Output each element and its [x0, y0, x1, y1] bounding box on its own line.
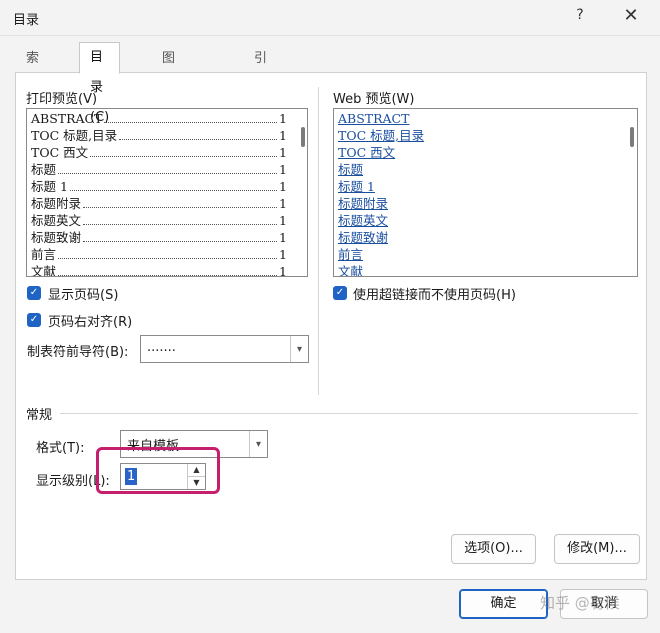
chevron-down-icon: ▾	[290, 336, 308, 362]
toc-panel: 打印预览(V) ABSTRACT 1 TOC 标题,目录 1 TOC 西文 1 标题 1…	[15, 72, 647, 580]
tab-figure-toc[interactable]: 图表目录(F)	[151, 44, 191, 178]
tab-index[interactable]: 索引(X)	[15, 44, 56, 122]
tab-leader-label: 制表符前导符(B):	[27, 345, 129, 360]
list-item: TOC 标题,目录 1	[31, 128, 287, 143]
web-preview-list[interactable]: ABSTRACT TOC 标题,目录 TOC 西文 标题 标题 1 标题附录 标…	[333, 108, 638, 277]
right-align-label: 页码右对齐(R)	[48, 315, 133, 330]
window-title: 目录	[13, 13, 40, 28]
general-heading: 常规	[26, 408, 53, 423]
web-preview-scrollbar[interactable]	[628, 111, 636, 274]
list-item[interactable]: ABSTRACT	[338, 110, 409, 127]
tab-authorities[interactable]: 引文目录(A)	[243, 44, 284, 178]
list-item[interactable]: 标题致谢	[338, 229, 388, 246]
list-item: ABSTRACT 1	[31, 111, 287, 126]
help-button[interactable]: ?	[568, 7, 592, 29]
list-item[interactable]: 标题	[338, 161, 363, 178]
print-preview-list[interactable]: ABSTRACT 1 TOC 标题,目录 1 TOC 西文 1 标题 1 标题 11 标…	[26, 108, 308, 277]
title-bar: 目录 ? ✕	[0, 0, 660, 36]
scroll-thumb[interactable]	[630, 127, 634, 147]
list-item[interactable]: 标题附录	[338, 195, 388, 212]
general-divider	[60, 413, 638, 414]
list-item: 标题英文 1	[31, 213, 287, 228]
list-item: 文献 1	[31, 264, 287, 277]
list-item: 标题 11	[31, 179, 287, 194]
list-item: 标题附录 1	[31, 196, 287, 211]
modify-button[interactable]: 修改(M)...	[554, 534, 640, 564]
watermark: 知乎 @有候	[540, 594, 620, 612]
ok-button[interactable]: 确定	[459, 589, 548, 619]
list-item[interactable]: TOC 标题,目录	[338, 127, 424, 144]
chevron-down-icon: ▾	[249, 431, 267, 457]
list-item[interactable]: 标题英文	[338, 212, 388, 229]
list-item[interactable]: 标题 1	[338, 178, 375, 195]
highlight-annotation	[96, 447, 220, 494]
print-preview-scrollbar[interactable]	[299, 111, 307, 274]
web-preview-label: Web 预览(W)	[333, 92, 415, 107]
tab-leader-value: .......	[147, 340, 176, 355]
list-item[interactable]: 前言	[338, 246, 363, 263]
show-page-numbers-label: 显示页码(S)	[48, 288, 119, 303]
use-hyperlinks-label: 使用超链接而不使用页码(H)	[353, 288, 516, 303]
format-label: 格式(T):	[36, 441, 85, 456]
print-preview-label: 打印预览(V)	[26, 92, 98, 107]
tab-toc[interactable]: 目录(C)	[79, 42, 121, 125]
tab-leader-select[interactable]: ....... ▾	[140, 335, 309, 363]
list-item: 标题 1	[31, 162, 287, 177]
list-item: 前言 1	[31, 247, 287, 262]
scroll-thumb[interactable]	[301, 127, 305, 147]
use-hyperlinks-checkbox[interactable]: ✓	[333, 286, 347, 300]
close-button[interactable]: ✕	[618, 5, 644, 29]
right-align-checkbox[interactable]: ✓	[27, 313, 41, 327]
list-item: 标题致谢 1	[31, 230, 287, 245]
options-button[interactable]: 选项(O)...	[451, 534, 536, 564]
column-divider	[318, 87, 319, 395]
list-item[interactable]: TOC 西文	[338, 144, 395, 161]
list-item[interactable]: 文献	[338, 263, 363, 276]
show-page-numbers-checkbox[interactable]: ✓	[27, 286, 41, 300]
list-item: TOC 西文 1	[31, 145, 287, 160]
